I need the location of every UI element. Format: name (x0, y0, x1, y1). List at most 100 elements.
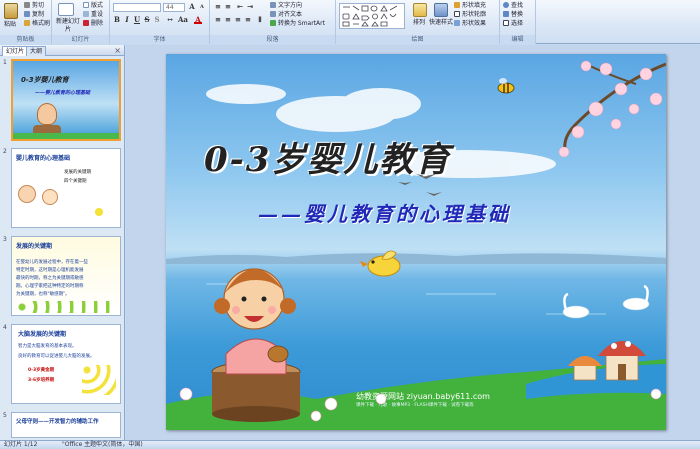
grass-illustration (13, 133, 119, 139)
slide-number: 4 (3, 324, 7, 331)
smartart-button[interactable]: 转换为 SmartArt (270, 20, 325, 28)
arrange-icon[interactable] (413, 3, 427, 17)
shape-fill-button[interactable]: 形状填充 (454, 2, 486, 10)
slide-thumbnail-1[interactable]: 0-3岁婴儿教育 ——婴儿教育的心理基础 (11, 59, 121, 141)
slide-thumbnail-5[interactable]: 父母守则——开发智力的辅助工作 (11, 412, 121, 438)
mountains-decoration (166, 253, 666, 264)
drawing-group-label: 绘图 (336, 35, 499, 44)
tab-slides[interactable]: 幻灯片 (2, 46, 29, 56)
thumb-line: 0-3岁黄金期 (28, 368, 55, 373)
thumb-line: 良好的教育可以促进婴儿大脑的发展。 (18, 354, 95, 359)
quick-styles-icon[interactable] (434, 3, 448, 17)
strikethrough-icon[interactable]: S (143, 16, 151, 24)
decrease-indent-icon[interactable]: ⇤ (236, 3, 244, 11)
font-size-combo[interactable]: 44 (163, 3, 185, 12)
align-right-icon[interactable]: ≡ (234, 16, 242, 24)
slide-thumbnail-4[interactable]: 大脑发展的关键期 智力是大脑发育的基本表现。 良好的教育可以促进婴儿大脑的发展。… (11, 324, 121, 404)
reset-button[interactable]: 重设 (83, 11, 103, 19)
slides-group-label: 幻灯片 (52, 35, 109, 44)
shrink-font-icon[interactable]: A (198, 3, 206, 11)
ribbon: 粘贴 剪切 复制 格式刷 剪贴板 新建幻灯片 版式 重设 删除 幻灯片 44 A… (0, 0, 700, 44)
arrange-button[interactable]: 排列 (413, 19, 425, 27)
paste-button[interactable]: 粘贴 (4, 21, 16, 29)
quick-styles-button[interactable]: 快速样式 (429, 19, 453, 27)
new-slide-icon[interactable] (58, 3, 74, 16)
clipboard-group-label: 剪贴板 (0, 35, 51, 44)
thumb-line: 在婴幼儿的发展过程中，存在着一些 (16, 260, 88, 265)
leaf-decoration (88, 205, 110, 219)
baby-illustration (42, 189, 58, 205)
close-icon[interactable]: × (114, 46, 121, 55)
select-label: 选择 (511, 20, 524, 27)
layout-button[interactable]: 版式 (83, 2, 103, 10)
tab-outline[interactable]: 大纲 (26, 46, 47, 56)
font-name-combo[interactable] (113, 3, 161, 12)
bullets-icon[interactable]: ≡ (214, 3, 222, 11)
blossom-decoration (558, 60, 666, 158)
slide-number: 1 (3, 59, 7, 66)
justify-icon[interactable]: ≡ (244, 16, 252, 24)
shape-outline-button[interactable]: 形状轮廓 (454, 11, 486, 19)
cut-label: 剪切 (32, 2, 45, 9)
paragraph-group-label: 段落 (210, 35, 335, 44)
text-direction-button[interactable]: 文字方向 (270, 2, 302, 10)
align-text-icon (270, 11, 276, 17)
slide-canvas[interactable]: 0-3岁婴儿教育 ——婴儿教育的心理基础 幼教资源网站 ziyuan.baby6… (166, 54, 666, 430)
smartart-icon (270, 20, 276, 26)
drawing-group: 排列 快速样式 形状填充 形状轮廓 形状效果 绘图 (336, 0, 500, 44)
format-painter-button[interactable]: 格式刷 (24, 20, 50, 28)
font-color-icon[interactable]: A (194, 16, 202, 24)
shape-fill-label: 形状填充 (462, 2, 487, 9)
pane-tabs: 幻灯片 大纲 × (0, 45, 124, 56)
thumb-line: 智力是大脑发育的基本表现。 (18, 344, 77, 349)
shapes-gallery[interactable] (339, 3, 405, 29)
cut-button[interactable]: 剪切 (24, 2, 44, 10)
delete-button[interactable]: 删除 (83, 20, 103, 28)
italic-icon[interactable]: I (123, 16, 131, 24)
slide-title[interactable]: 0-3岁婴儿教育 (204, 132, 544, 181)
watermark-subtext: 课件下载 · 儿歌 · 故事MP3 · FLASH课件下载 · 试卷下载等 (356, 403, 474, 408)
editing-group-label: 编辑 (500, 35, 535, 44)
numbering-icon[interactable]: ≡ (224, 3, 232, 11)
change-case-icon[interactable]: Aa (178, 16, 188, 24)
font-group-label: 字体 (110, 35, 209, 44)
editing-group: 查找 替换 选择 编辑 (500, 0, 536, 44)
new-slide-button[interactable]: 新建幻灯片 (55, 18, 81, 34)
brush-icon (24, 20, 30, 26)
thumb-line: 特定时期，这时期是心理机能发展 (16, 268, 84, 273)
mushroom-house-decoration (568, 341, 646, 381)
align-left-icon[interactable]: ≡ (214, 16, 222, 24)
layout-label: 版式 (91, 2, 104, 9)
slide-thumbnail-3[interactable]: 发展的关键期 在婴幼儿的发展过程中，存在着一些 特定时期，这时期是心理机能发展 … (11, 236, 121, 316)
clipboard-group: 粘贴 剪切 复制 格式刷 剪贴板 (0, 0, 52, 44)
align-text-label: 对齐文本 (278, 11, 303, 18)
increase-indent-icon[interactable]: ⇥ (246, 3, 254, 11)
find-button[interactable]: 查找 (503, 2, 523, 10)
grow-font-icon[interactable]: A (188, 3, 196, 11)
slide-subtitle[interactable]: ——婴儿教育的心理基础 (258, 198, 511, 227)
paste-icon[interactable] (4, 3, 18, 19)
replace-label: 替换 (511, 11, 524, 18)
leaf-decoration (16, 301, 116, 313)
copy-button[interactable]: 复制 (24, 11, 44, 19)
slide-editing-area: 0-3岁婴儿教育 ——婴儿教育的心理基础 幼教资源网站 ziyuan.baby6… (126, 45, 700, 440)
shape-effects-label: 形状效果 (462, 20, 487, 27)
shape-effects-button[interactable]: 形状效果 (454, 20, 486, 28)
replace-button[interactable]: 替换 (503, 11, 523, 19)
align-text-button[interactable]: 对齐文本 (270, 11, 302, 19)
slide-thumbnail-2[interactable]: 婴儿教育的心理基础 发展的关键期 四个关键期 (11, 148, 121, 228)
shadow-icon[interactable]: S (153, 16, 161, 24)
columns-icon[interactable]: ⫴ (256, 16, 264, 24)
align-center-icon[interactable]: ≡ (224, 16, 232, 24)
replace-icon (503, 11, 509, 17)
select-button[interactable]: 选择 (503, 20, 523, 28)
bee-icon (497, 78, 515, 94)
char-spacing-icon[interactable]: ↔ (166, 16, 174, 24)
language-indicator[interactable]: 中文(简体，中国) (96, 441, 143, 449)
slide-number: 3 (3, 236, 7, 243)
thumb-title: 大脑发展的关键期 (18, 331, 67, 338)
font-group: 44 A A B I U S S ↔ Aa A 字体 (110, 0, 210, 44)
smartart-label: 转换为 SmartArt (278, 20, 325, 27)
underline-icon[interactable]: U (133, 16, 141, 24)
bold-icon[interactable]: B (113, 16, 121, 24)
